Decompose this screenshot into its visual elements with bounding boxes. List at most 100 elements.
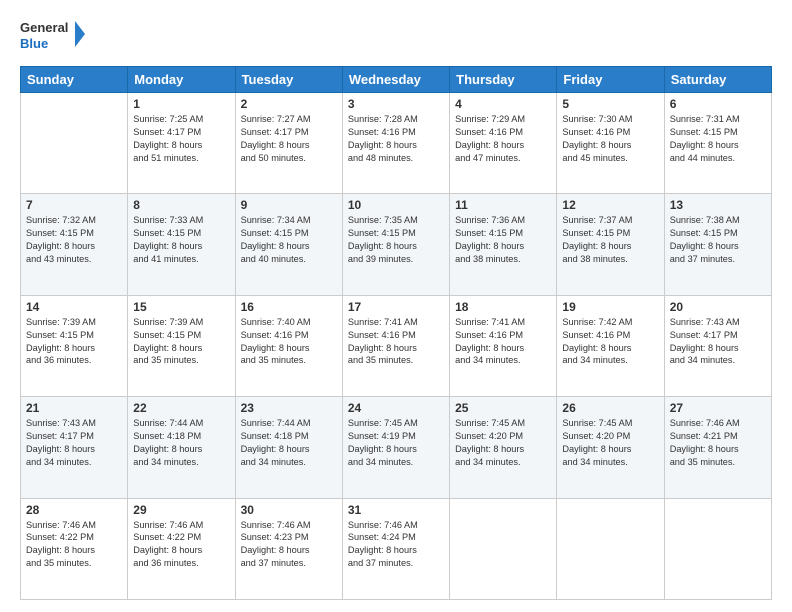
page: General Blue SundayMondayTuesdayWednesda… [0, 0, 792, 612]
header: General Blue [20, 16, 772, 56]
calendar-cell: 31 Sunrise: 7:46 AM Sunset: 4:24 PM Dayli… [342, 498, 449, 599]
day-info: Sunrise: 7:45 AM Sunset: 4:20 PM Dayligh… [455, 417, 551, 469]
calendar-cell: 9Sunrise: 7:34 AM Sunset: 4:15 PM Daylig… [235, 194, 342, 295]
calendar-cell: 17 Sunrise: 7:41 AM Sunset: 4:16 PM Dayli… [342, 295, 449, 396]
day-number: 1 [133, 97, 229, 111]
logo: General Blue [20, 16, 90, 56]
calendar-cell: 22 Sunrise: 7:44 AM Sunset: 4:18 PM Dayli… [128, 397, 235, 498]
day-info: Sunrise: 7:31 AM Sunset: 4:15 PM Dayligh… [670, 113, 766, 165]
day-info: Sunrise: 7:46 AM Sunset: 4:24 PM Dayligh… [348, 519, 444, 571]
day-number: 20 [670, 300, 766, 314]
day-info: Sunrise: 7:27 AM Sunset: 4:17 PM Dayligh… [241, 113, 337, 165]
calendar-cell: 23 Sunrise: 7:44 AM Sunset: 4:18 PM Dayli… [235, 397, 342, 498]
day-number: 7 [26, 198, 122, 212]
calendar-week-row: 7 Sunrise: 7:32 AM Sunset: 4:15 PM Daylig… [21, 194, 772, 295]
day-info: Sunrise: 7:45 AM Sunset: 4:20 PM Dayligh… [562, 417, 658, 469]
calendar-cell: 26 Sunrise: 7:45 AM Sunset: 4:20 PM Dayli… [557, 397, 664, 498]
day-number: 26 [562, 401, 658, 415]
svg-text:General: General [20, 20, 68, 35]
day-number: 8 [133, 198, 229, 212]
calendar-cell: 1 Sunrise: 7:25 AM Sunset: 4:17 PM Daylig… [128, 93, 235, 194]
calendar-cell: 30 Sunrise: 7:46 AM Sunset: 4:23 PM Dayli… [235, 498, 342, 599]
day-number: 23 [241, 401, 337, 415]
day-info: Sunrise: 7:46 AM Sunset: 4:23 PM Dayligh… [241, 519, 337, 571]
weekday-header-row: SundayMondayTuesdayWednesdayThursdayFrid… [21, 67, 772, 93]
day-number: 10 [348, 198, 444, 212]
day-info: Sunrise: 7:41 AM Sunset: 4:16 PM Dayligh… [348, 316, 444, 368]
day-info: Sunrise: 7:33 AM Sunset: 4:15 PM Dayligh… [133, 214, 229, 266]
day-info: Sunrise: 7:45 AM Sunset: 4:19 PM Dayligh… [348, 417, 444, 469]
day-number: 2 [241, 97, 337, 111]
day-number: 30 [241, 503, 337, 517]
calendar-cell: 4 Sunrise: 7:29 AM Sunset: 4:16 PM Daylig… [450, 93, 557, 194]
calendar-week-row: 1 Sunrise: 7:25 AM Sunset: 4:17 PM Daylig… [21, 93, 772, 194]
day-info: Sunrise: 7:41 AM Sunset: 4:16 PM Dayligh… [455, 316, 551, 368]
calendar-cell: 3 Sunrise: 7:28 AM Sunset: 4:16 PM Daylig… [342, 93, 449, 194]
calendar-cell: 10 Sunrise: 7:35 AM Sunset: 4:15 PM Dayli… [342, 194, 449, 295]
calendar-cell: 13Sunrise: 7:38 AM Sunset: 4:15 PM Dayli… [664, 194, 771, 295]
day-info: Sunrise: 7:44 AM Sunset: 4:18 PM Dayligh… [241, 417, 337, 469]
day-number: 16 [241, 300, 337, 314]
day-number: 6 [670, 97, 766, 111]
day-info: Sunrise: 7:39 AM Sunset: 4:15 PM Dayligh… [133, 316, 229, 368]
day-info: Sunrise: 7:44 AM Sunset: 4:18 PM Dayligh… [133, 417, 229, 469]
day-info: Sunrise: 7:28 AM Sunset: 4:16 PM Dayligh… [348, 113, 444, 165]
day-number: 31 [348, 503, 444, 517]
calendar-cell [21, 93, 128, 194]
day-info: Sunrise: 7:40 AM Sunset: 4:16 PM Dayligh… [241, 316, 337, 368]
calendar-cell: 8 Sunrise: 7:33 AM Sunset: 4:15 PM Daylig… [128, 194, 235, 295]
calendar-week-row: 14 Sunrise: 7:39 AM Sunset: 4:15 PM Dayli… [21, 295, 772, 396]
day-info: Sunrise: 7:25 AM Sunset: 4:17 PM Dayligh… [133, 113, 229, 165]
day-number: 3 [348, 97, 444, 111]
calendar-week-row: 28 Sunrise: 7:46 AM Sunset: 4:22 PM Dayli… [21, 498, 772, 599]
calendar-cell: 21Sunrise: 7:43 AM Sunset: 4:17 PM Dayli… [21, 397, 128, 498]
day-info: Sunrise: 7:46 AM Sunset: 4:22 PM Dayligh… [133, 519, 229, 571]
day-info: Sunrise: 7:34 AM Sunset: 4:15 PM Dayligh… [241, 214, 337, 266]
day-info: Sunrise: 7:29 AM Sunset: 4:16 PM Dayligh… [455, 113, 551, 165]
day-number: 24 [348, 401, 444, 415]
day-number: 28 [26, 503, 122, 517]
calendar-cell [557, 498, 664, 599]
day-number: 29 [133, 503, 229, 517]
day-info: Sunrise: 7:39 AM Sunset: 4:15 PM Dayligh… [26, 316, 122, 368]
generalblue-logo: General Blue [20, 16, 90, 56]
day-number: 27 [670, 401, 766, 415]
calendar-cell: 12Sunrise: 7:37 AM Sunset: 4:15 PM Dayli… [557, 194, 664, 295]
day-number: 22 [133, 401, 229, 415]
weekday-header-friday: Friday [557, 67, 664, 93]
day-number: 15 [133, 300, 229, 314]
weekday-header-saturday: Saturday [664, 67, 771, 93]
calendar-cell: 27Sunrise: 7:46 AM Sunset: 4:21 PM Dayli… [664, 397, 771, 498]
weekday-header-wednesday: Wednesday [342, 67, 449, 93]
day-number: 19 [562, 300, 658, 314]
day-number: 18 [455, 300, 551, 314]
calendar-cell: 18 Sunrise: 7:41 AM Sunset: 4:16 PM Dayli… [450, 295, 557, 396]
calendar-cell: 5 Sunrise: 7:30 AM Sunset: 4:16 PM Daylig… [557, 93, 664, 194]
calendar-cell: 11Sunrise: 7:36 AM Sunset: 4:15 PM Dayli… [450, 194, 557, 295]
day-number: 25 [455, 401, 551, 415]
calendar-cell: 15 Sunrise: 7:39 AM Sunset: 4:15 PM Dayli… [128, 295, 235, 396]
calendar-cell: 28 Sunrise: 7:46 AM Sunset: 4:22 PM Dayli… [21, 498, 128, 599]
day-info: Sunrise: 7:46 AM Sunset: 4:22 PM Dayligh… [26, 519, 122, 571]
day-number: 14 [26, 300, 122, 314]
calendar-cell [450, 498, 557, 599]
day-info: Sunrise: 7:42 AM Sunset: 4:16 PM Dayligh… [562, 316, 658, 368]
day-number: 4 [455, 97, 551, 111]
calendar-cell: 24 Sunrise: 7:45 AM Sunset: 4:19 PM Dayli… [342, 397, 449, 498]
weekday-header-thursday: Thursday [450, 67, 557, 93]
calendar-cell [664, 498, 771, 599]
day-info: Sunrise: 7:38 AM Sunset: 4:15 PM Dayligh… [670, 214, 766, 266]
calendar-cell: 16 Sunrise: 7:40 AM Sunset: 4:16 PM Dayli… [235, 295, 342, 396]
day-info: Sunrise: 7:32 AM Sunset: 4:15 PM Dayligh… [26, 214, 122, 266]
calendar-cell: 19 Sunrise: 7:42 AM Sunset: 4:16 PM Dayli… [557, 295, 664, 396]
day-info: Sunrise: 7:30 AM Sunset: 4:16 PM Dayligh… [562, 113, 658, 165]
day-number: 17 [348, 300, 444, 314]
weekday-header-monday: Monday [128, 67, 235, 93]
calendar-cell: 2 Sunrise: 7:27 AM Sunset: 4:17 PM Daylig… [235, 93, 342, 194]
day-info: Sunrise: 7:43 AM Sunset: 4:17 PM Dayligh… [670, 316, 766, 368]
calendar-cell: 20 Sunrise: 7:43 AM Sunset: 4:17 PM Dayli… [664, 295, 771, 396]
calendar-cell: 14 Sunrise: 7:39 AM Sunset: 4:15 PM Dayli… [21, 295, 128, 396]
day-info: Sunrise: 7:36 AM Sunset: 4:15 PM Dayligh… [455, 214, 551, 266]
day-number: 5 [562, 97, 658, 111]
day-info: Sunrise: 7:35 AM Sunset: 4:15 PM Dayligh… [348, 214, 444, 266]
